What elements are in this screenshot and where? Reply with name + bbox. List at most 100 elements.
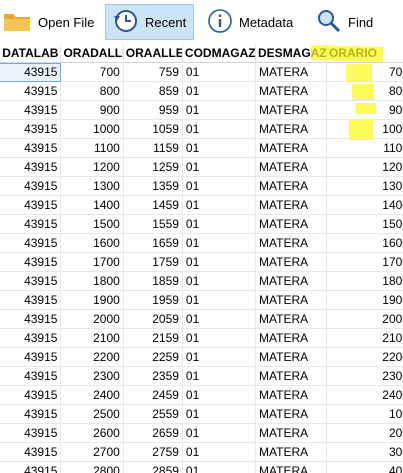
column-header[interactable]: ORADALLE [60, 44, 124, 63]
table-cell[interactable]: MATERA [255, 423, 327, 443]
table-row[interactable]: 439151200125901MATERA1200 [0, 157, 403, 177]
table-cell[interactable]: 2059 [123, 309, 183, 329]
table-row[interactable]: 439151000105901MATERA1000 [0, 119, 403, 139]
table-row[interactable]: 439151300135901MATERA1300 [0, 176, 403, 196]
table-cell[interactable]: MATERA [255, 290, 327, 310]
table-row[interactable]: 4391590095901MATERA900 [0, 100, 403, 120]
table-cell[interactable]: MATERA [255, 366, 327, 386]
column-header[interactable]: ORAALLE [123, 44, 183, 63]
table-cell[interactable]: 1559 [123, 214, 183, 234]
table-cell[interactable]: 43915 [0, 138, 62, 158]
table-cell[interactable]: 900 [60, 100, 124, 120]
table-row[interactable]: 439152800285901MATERA400 [0, 461, 403, 473]
table-cell[interactable]: MATERA [255, 328, 327, 348]
table-cell[interactable]: 2859 [123, 461, 183, 473]
table-cell[interactable]: 43915 [0, 385, 62, 405]
table-cell[interactable]: MATERA [255, 157, 327, 177]
table-cell[interactable]: 43915 [0, 461, 62, 473]
table-row[interactable]: 439151600165901MATERA1600 [0, 233, 403, 253]
table-cell[interactable]: 900 [326, 100, 403, 120]
table-cell[interactable]: 01 [182, 290, 257, 310]
table-cell[interactable]: 2659 [123, 423, 183, 443]
table-cell[interactable]: MATERA [255, 81, 327, 101]
table-row[interactable]: 439151100115901MATERA1100 [0, 138, 403, 158]
table-cell[interactable]: 1400 [60, 195, 124, 215]
table-cell[interactable]: 43915 [0, 347, 62, 367]
table-cell[interactable]: 43915 [0, 157, 62, 177]
table-cell[interactable]: MATERA [255, 347, 327, 367]
table-cell[interactable]: 01 [182, 366, 257, 386]
table-cell[interactable]: 1859 [123, 271, 183, 291]
table-cell[interactable]: MATERA [255, 461, 327, 473]
table-cell[interactable]: 1759 [123, 252, 183, 272]
table-cell[interactable]: 2759 [123, 442, 183, 462]
table-cell[interactable]: 2300 [326, 366, 403, 386]
table-cell[interactable]: 43915 [0, 195, 62, 215]
table-cell[interactable]: 43915 [0, 214, 62, 234]
table-cell[interactable]: 01 [182, 347, 257, 367]
recent-button[interactable]: Recent [105, 4, 194, 40]
table-cell[interactable]: 43915 [0, 404, 62, 424]
table-cell[interactable]: MATERA [255, 214, 327, 234]
table-cell[interactable]: 959 [123, 100, 183, 120]
table-cell[interactable]: 1400 [326, 195, 403, 215]
table-cell[interactable]: 43915 [0, 366, 62, 386]
table-cell[interactable]: 01 [182, 271, 257, 291]
column-header[interactable]: DESMAGAZ [255, 44, 327, 63]
table-cell[interactable]: 01 [182, 176, 257, 196]
table-cell[interactable]: MATERA [255, 233, 327, 253]
table-cell[interactable]: 1100 [326, 138, 403, 158]
table-cell[interactable]: 01 [182, 195, 257, 215]
table-cell[interactable]: 2700 [60, 442, 124, 462]
table-row[interactable]: 439152300235901MATERA2300 [0, 366, 403, 386]
table-cell[interactable]: 2400 [326, 385, 403, 405]
find-button[interactable]: Find [316, 4, 373, 40]
table-cell[interactable]: 01 [182, 385, 257, 405]
table-row[interactable]: 439152700275901MATERA300 [0, 442, 403, 462]
table-cell[interactable]: 1200 [326, 157, 403, 177]
table-cell[interactable]: MATERA [255, 271, 327, 291]
table-cell[interactable]: 2559 [123, 404, 183, 424]
table-cell[interactable]: 01 [182, 214, 257, 234]
table-cell[interactable]: 1600 [60, 233, 124, 253]
table-cell[interactable]: 1200 [60, 157, 124, 177]
table-cell[interactable]: 2100 [326, 328, 403, 348]
table-cell[interactable]: 01 [182, 309, 257, 329]
table-cell[interactable]: 1059 [123, 119, 183, 139]
table-cell[interactable]: 800 [326, 81, 403, 101]
table-cell[interactable]: MATERA [255, 138, 327, 158]
table-cell[interactable]: 1100 [60, 138, 124, 158]
table-cell[interactable]: 2500 [60, 404, 124, 424]
table-cell[interactable]: 2159 [123, 328, 183, 348]
column-header[interactable]: CODMAGAZ [182, 44, 257, 63]
table-cell[interactable]: 1959 [123, 290, 183, 310]
table-cell[interactable]: 400 [326, 461, 403, 473]
table-row[interactable]: 439152000205901MATERA2000 [0, 309, 403, 329]
table-cell[interactable]: 01 [182, 157, 257, 177]
table-cell[interactable]: MATERA [255, 309, 327, 329]
table-cell[interactable]: 2400 [60, 385, 124, 405]
table-cell[interactable]: 43915 [0, 290, 62, 310]
column-header[interactable]: ORARIO [326, 44, 403, 63]
table-row[interactable]: 439151900195901MATERA1900 [0, 290, 403, 310]
table-cell[interactable]: 43915 [0, 233, 62, 253]
table-cell[interactable]: 43915 [0, 81, 62, 101]
table-row[interactable]: 439152600265901MATERA200 [0, 423, 403, 443]
table-cell[interactable]: 1600 [326, 233, 403, 253]
open-file-button[interactable]: Open File [2, 4, 94, 40]
table-cell[interactable]: 1300 [326, 176, 403, 196]
table-row[interactable]: 439151800185901MATERA1800 [0, 271, 403, 291]
column-header[interactable]: DATALAB [0, 44, 62, 63]
table-cell[interactable]: MATERA [255, 176, 327, 196]
table-cell[interactable]: MATERA [255, 252, 327, 272]
table-cell[interactable]: 43915 [0, 442, 62, 462]
table-cell[interactable]: 2459 [123, 385, 183, 405]
metadata-button[interactable]: Metadata [207, 4, 293, 40]
table-cell[interactable]: 859 [123, 81, 183, 101]
table-cell[interactable]: MATERA [255, 404, 327, 424]
table-cell[interactable]: 01 [182, 252, 257, 272]
table-cell[interactable]: 43915 [0, 62, 62, 82]
table-cell[interactable]: 1659 [123, 233, 183, 253]
table-cell[interactable]: 01 [182, 328, 257, 348]
table-cell[interactable]: 01 [182, 461, 257, 473]
